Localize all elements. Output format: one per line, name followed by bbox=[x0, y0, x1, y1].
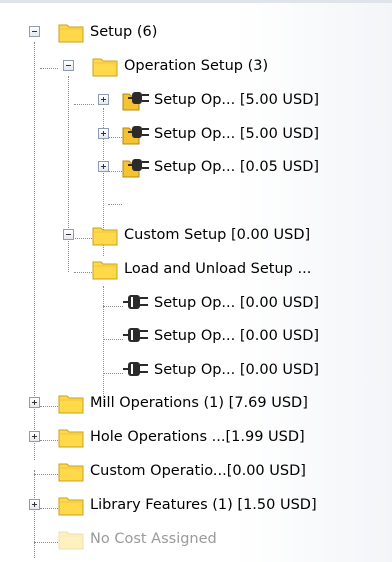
tree-item-label: Operation Setup (3) bbox=[124, 58, 269, 74]
operation-plug-icon bbox=[122, 358, 152, 382]
tree-item-custom-setup[interactable]: Custom Setup [0.00 USD] bbox=[92, 221, 310, 249]
folder-icon bbox=[58, 460, 84, 482]
tree-connector-line bbox=[74, 272, 94, 273]
tree-connector-line bbox=[34, 470, 35, 558]
tree-connector-line bbox=[103, 286, 104, 406]
tree-item-label: Load and Unload Setup ... bbox=[124, 261, 312, 277]
tree-item-mill-operations[interactable]: Mill Operations (1) [7.69 USD] bbox=[58, 389, 308, 417]
tree-item-label: Setup Op... [5.00 USD] bbox=[154, 126, 320, 142]
folder-icon bbox=[58, 426, 84, 448]
tree-item-label: Hole Operations ...[1.99 USD] bbox=[90, 429, 305, 445]
tree-item-label: Setup Op... [0.00 USD] bbox=[154, 295, 320, 311]
folder-icon bbox=[58, 392, 84, 414]
tree-item-label: No Cost Assigned bbox=[90, 531, 217, 547]
collapse-toggle[interactable] bbox=[63, 60, 74, 71]
tree-connector-line bbox=[74, 104, 94, 105]
tree-item-operation-setup[interactable]: Operation Setup (3) bbox=[92, 52, 268, 80]
tree-connector-line bbox=[40, 406, 58, 407]
folder-icon bbox=[92, 224, 118, 246]
tree-item-label: Setup (6) bbox=[90, 24, 158, 40]
folder-icon bbox=[92, 55, 118, 77]
tree-item-label: Library Features (1) [1.50 USD] bbox=[90, 497, 317, 513]
tree-item-custom-operations[interactable]: Custom Operatio...[0.00 USD] bbox=[58, 457, 306, 485]
operation-plug-icon bbox=[122, 291, 152, 315]
operation-plug-icon bbox=[122, 324, 152, 348]
tree-connector-line bbox=[103, 339, 123, 340]
expand-toggle[interactable] bbox=[29, 397, 40, 408]
tree-item-label: Setup Op... [0.00 USD] bbox=[154, 362, 320, 378]
tree-connector-line bbox=[108, 204, 122, 205]
tree-item-setup-operation[interactable]: Setup Op... [0.00 USD] bbox=[122, 289, 319, 317]
folder-icon bbox=[58, 494, 84, 516]
tree-item-label: Custom Setup [0.00 USD] bbox=[124, 227, 311, 243]
folder-icon bbox=[58, 528, 84, 550]
tree-item-label: Custom Operatio...[0.00 USD] bbox=[90, 463, 306, 479]
tree-item-setup-operation[interactable]: Setup Op... [5.00 USD] bbox=[122, 120, 319, 148]
tree-item-label: Setup Op... [5.00 USD] bbox=[154, 92, 320, 108]
tree-item-label: Setup Op... [0.05 USD] bbox=[154, 159, 320, 175]
tree-item-setup-operation[interactable]: Setup Op... [5.00 USD] bbox=[122, 86, 319, 114]
tree-item-setup[interactable]: Setup (6) bbox=[58, 18, 157, 46]
operation-plug-icon bbox=[122, 122, 152, 146]
cost-tree: Setup (6) Operation Setup (3) Setup Op..… bbox=[0, 0, 392, 562]
expand-toggle[interactable] bbox=[98, 128, 109, 139]
tree-item-setup-operation[interactable]: Setup Op... [0.00 USD] bbox=[122, 356, 319, 384]
tree-connector-line bbox=[68, 76, 69, 272]
tree-connector-line bbox=[108, 171, 122, 172]
expand-toggle[interactable] bbox=[98, 161, 109, 172]
tree-item-setup-operation[interactable]: Setup Op... [0.05 USD] bbox=[122, 153, 319, 181]
tree-connector-line bbox=[34, 474, 58, 475]
tree-item-no-cost-assigned[interactable]: No Cost Assigned bbox=[58, 525, 217, 553]
folder-icon bbox=[92, 258, 118, 280]
tree-connector-line bbox=[103, 306, 123, 307]
tree-connector-line bbox=[40, 440, 58, 441]
collapse-toggle[interactable] bbox=[29, 26, 40, 37]
tree-connector-line bbox=[40, 68, 58, 69]
tree-item-hole-operations[interactable]: Hole Operations ...[1.99 USD] bbox=[58, 423, 305, 451]
tree-connector-line bbox=[34, 542, 58, 543]
expand-toggle[interactable] bbox=[29, 499, 40, 510]
tree-item-library-features[interactable]: Library Features (1) [1.50 USD] bbox=[58, 491, 317, 519]
folder-icon bbox=[58, 21, 84, 43]
tree-connector-line bbox=[40, 508, 58, 509]
operation-plug-icon bbox=[122, 155, 152, 179]
tree-item-label: Setup Op... [0.00 USD] bbox=[154, 328, 320, 344]
collapse-toggle[interactable] bbox=[63, 229, 74, 240]
expand-toggle[interactable] bbox=[29, 431, 40, 442]
operation-plug-icon bbox=[122, 88, 152, 112]
tree-connector-line bbox=[108, 137, 122, 138]
tree-item-load-unload-setup[interactable]: Load and Unload Setup ... bbox=[92, 255, 311, 283]
tree-item-label: Mill Operations (1) [7.69 USD] bbox=[90, 395, 308, 411]
tree-connector-line bbox=[103, 373, 123, 374]
tree-item-setup-operation[interactable]: Setup Op... [0.00 USD] bbox=[122, 322, 319, 350]
expand-toggle[interactable] bbox=[98, 94, 109, 105]
